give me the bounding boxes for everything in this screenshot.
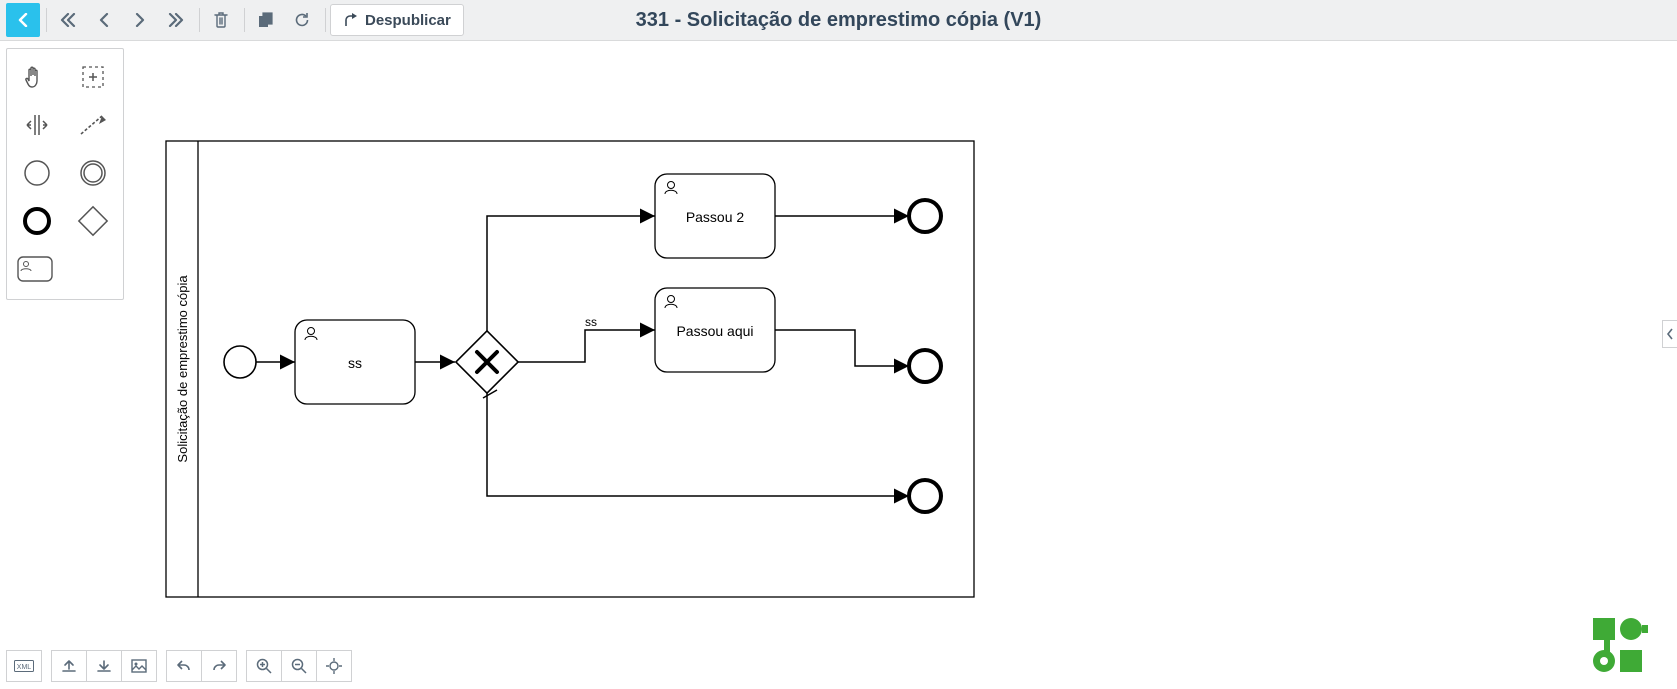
prev-button[interactable] <box>87 3 121 37</box>
zoom-in-icon <box>256 658 272 674</box>
copy-icon <box>258 12 274 28</box>
xml-icon: XML <box>14 660 34 672</box>
end-event-3[interactable] <box>909 480 941 512</box>
user-task-shape[interactable] <box>11 247 119 291</box>
flow-label-ss: ss <box>585 315 597 329</box>
refresh-button[interactable] <box>285 3 319 37</box>
delete-button[interactable] <box>204 3 238 37</box>
connect-tool[interactable] <box>67 103 119 147</box>
panel-collapse-tab[interactable] <box>1662 320 1677 348</box>
zoom-in-button[interactable] <box>246 650 282 682</box>
pool-label: Solicitação de emprestimo cópia <box>175 275 190 463</box>
chevron-left-icon <box>17 13 29 27</box>
connect-tool-icon <box>78 111 108 139</box>
redo-icon <box>211 659 227 673</box>
chevron-double-left-icon <box>60 13 76 27</box>
top-toolbar: Despublicar 331 - Solicitação de emprest… <box>0 0 1677 41</box>
image-icon <box>131 659 147 673</box>
separator <box>244 8 245 32</box>
image-export-button[interactable] <box>121 650 157 682</box>
refresh-icon <box>294 12 310 28</box>
chevron-right-icon <box>134 13 146 27</box>
start-event[interactable] <box>224 346 256 378</box>
end-event-2[interactable] <box>909 350 941 382</box>
chevron-left-icon <box>1666 328 1674 340</box>
zoom-out-icon <box>291 658 307 674</box>
crosshair-icon <box>326 658 342 674</box>
end-event-1[interactable] <box>909 200 941 232</box>
hand-tool-icon <box>23 63 51 91</box>
bottom-toolbar: XML <box>6 649 351 683</box>
space-tool-icon <box>23 111 51 139</box>
lasso-tool-icon <box>79 63 107 91</box>
svg-text:XML: XML <box>17 664 32 671</box>
undo-icon <box>176 659 192 673</box>
task-passou2-label: Passou 2 <box>686 209 745 225</box>
trash-icon <box>214 12 228 28</box>
undo-button[interactable] <box>166 650 202 682</box>
brand-logo <box>1593 618 1659 677</box>
first-button[interactable] <box>51 3 85 37</box>
upload-button[interactable] <box>51 650 87 682</box>
task-passou-aqui-label: Passou aqui <box>676 323 753 339</box>
hand-tool[interactable] <box>11 55 63 99</box>
gateway-icon <box>77 205 109 237</box>
back-button[interactable] <box>6 3 40 37</box>
unpublish-button[interactable]: Despublicar <box>330 4 464 36</box>
download-button[interactable] <box>86 650 122 682</box>
share-icon <box>343 13 359 27</box>
intermediate-event-shape[interactable] <box>67 151 119 195</box>
redo-button[interactable] <box>201 650 237 682</box>
tool-palette <box>6 48 124 300</box>
end-event-shape[interactable] <box>11 199 63 243</box>
start-event-icon <box>21 157 53 189</box>
zoom-out-button[interactable] <box>281 650 317 682</box>
lasso-tool[interactable] <box>67 55 119 99</box>
pool[interactable] <box>166 141 974 597</box>
space-tool[interactable] <box>11 103 63 147</box>
separator <box>199 8 200 32</box>
upload-icon <box>61 659 77 673</box>
gateway-shape[interactable] <box>67 199 119 243</box>
copy-button[interactable] <box>249 3 283 37</box>
last-button[interactable] <box>159 3 193 37</box>
task-ss-label: ss <box>348 355 362 371</box>
intermediate-event-icon <box>77 157 109 189</box>
unpublish-label: Despublicar <box>365 12 451 29</box>
bpmn-canvas[interactable]: Solicitação de emprestimo cópia ss Passo… <box>165 140 975 598</box>
download-icon <box>96 659 112 673</box>
user-task-icon <box>17 256 53 282</box>
logo-icon <box>1593 618 1659 672</box>
start-event-shape[interactable] <box>11 151 63 195</box>
separator <box>46 8 47 32</box>
chevron-double-right-icon <box>168 13 184 27</box>
end-event-icon <box>21 205 53 237</box>
xml-view-button[interactable]: XML <box>6 650 42 682</box>
next-button[interactable] <box>123 3 157 37</box>
chevron-left-icon <box>98 13 110 27</box>
zoom-fit-button[interactable] <box>316 650 352 682</box>
separator <box>325 8 326 32</box>
